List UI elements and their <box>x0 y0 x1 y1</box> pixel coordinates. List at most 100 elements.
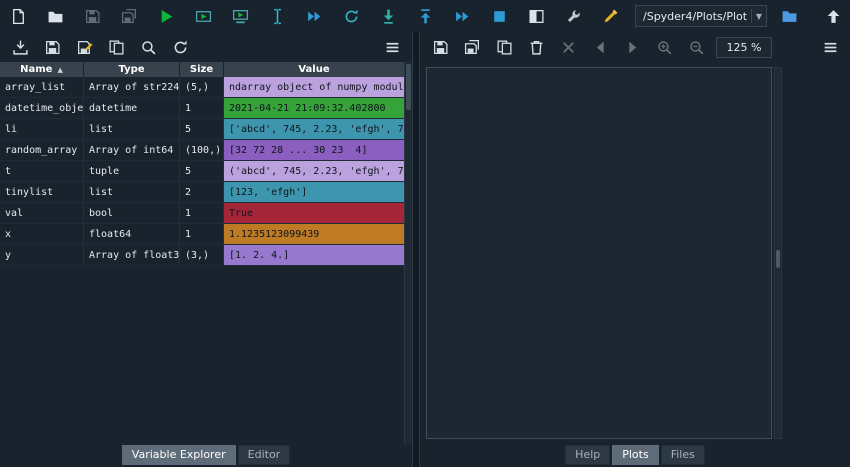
cell-name[interactable]: tinylist <box>0 182 84 202</box>
table-row[interactable]: lilist5['abcd', 745, 2.23, 'efgh', 70.2] <box>0 119 404 140</box>
cell-size[interactable]: 1 <box>180 203 224 223</box>
main-content: Name ▲ Type Size Value array_list Array o… <box>0 32 850 467</box>
chevron-down-icon[interactable]: ▼ <box>750 9 762 23</box>
cell-name[interactable]: random_array <box>0 140 84 160</box>
preferences-wrench-icon[interactable] <box>561 4 585 28</box>
cell-type[interactable]: datetime <box>84 98 180 118</box>
zoom-in-icon[interactable] <box>652 35 676 59</box>
table-row[interactable]: array_list Array of str224 (5,) ndarray obj… <box>0 77 404 98</box>
cell-size[interactable]: (100,) <box>180 140 224 160</box>
save-plot-icon[interactable] <box>428 35 452 59</box>
continue-execution-icon[interactable] <box>450 4 474 28</box>
cell-value[interactable]: 1.1235123099439 <box>224 224 404 244</box>
table-row[interactable]: val bool 1 True <box>0 203 404 224</box>
copy-plot-icon[interactable] <box>492 35 516 59</box>
cell-size[interactable]: (3,) <box>180 245 224 265</box>
vertical-scrollbar[interactable] <box>404 62 412 444</box>
browse-working-directory-icon[interactable] <box>777 4 801 28</box>
open-file-icon[interactable] <box>43 4 67 28</box>
run-cell-advance-icon[interactable] <box>228 4 252 28</box>
cell-type[interactable]: bool <box>84 203 180 223</box>
tab-editor[interactable]: Editor <box>237 444 291 465</box>
cell-size[interactable]: 5 <box>180 161 224 181</box>
cell-name[interactable]: datetime_object <box>0 98 84 118</box>
cell-value[interactable]: ndarray object of numpy module <box>224 77 404 97</box>
plots-options-menu-icon[interactable] <box>818 35 842 59</box>
cell-type[interactable]: Array of int64 <box>84 140 180 160</box>
next-plot-icon[interactable] <box>620 35 644 59</box>
previous-plot-icon[interactable] <box>588 35 612 59</box>
cell-name[interactable]: val <box>0 203 84 223</box>
cell-value[interactable]: [32 72 28 ... 30 23 4] <box>224 140 404 160</box>
tab-help[interactable]: Help <box>565 444 611 465</box>
table-row[interactable]: tinylist list 2 [123, 'efgh'] <box>0 182 404 203</box>
cell-size[interactable]: 1 <box>180 224 224 244</box>
column-header-value[interactable]: Value <box>224 62 404 77</box>
left-tab-bar: Variable Explorer Editor <box>0 444 412 467</box>
run-file-icon[interactable] <box>154 4 178 28</box>
run-selection-icon[interactable] <box>265 4 289 28</box>
debug-file-icon[interactable] <box>339 4 363 28</box>
save-all-icon[interactable] <box>117 4 141 28</box>
run-cell-icon[interactable] <box>191 4 215 28</box>
cell-type[interactable]: float64 <box>84 224 180 244</box>
save-all-plots-icon[interactable] <box>460 35 484 59</box>
parent-directory-icon[interactable] <box>821 4 845 28</box>
import-data-icon[interactable] <box>8 35 32 59</box>
cell-value[interactable]: ('abcd', 745, 2.23, 'efgh', 70.2) <box>224 161 404 181</box>
column-header-name[interactable]: Name ▲ <box>0 62 84 77</box>
cell-size[interactable]: 1 <box>180 98 224 118</box>
stop-execution-icon[interactable] <box>487 4 511 28</box>
cell-size[interactable]: (5,) <box>180 77 224 97</box>
cell-size[interactable]: 2 <box>180 182 224 202</box>
zoom-level-box[interactable]: 125 % <box>716 36 772 58</box>
cell-value[interactable]: [123, 'efgh'] <box>224 182 404 202</box>
plots-scrollbar-thumb[interactable] <box>776 250 780 268</box>
new-file-icon[interactable] <box>6 4 30 28</box>
column-header-size[interactable]: Size <box>180 62 224 77</box>
cell-value[interactable]: True <box>224 203 404 223</box>
rerun-cell-icon[interactable] <box>302 4 326 28</box>
cell-type[interactable]: Array of str224 <box>84 77 180 97</box>
cell-type[interactable]: list <box>84 119 180 139</box>
cell-value[interactable]: ['abcd', 745, 2.23, 'efgh', 70.2] <box>224 119 404 139</box>
refresh-variables-icon[interactable] <box>168 35 192 59</box>
maximize-pane-icon[interactable] <box>524 4 548 28</box>
options-menu-icon[interactable] <box>380 35 404 59</box>
step-into-icon[interactable] <box>376 4 400 28</box>
find-variable-icon[interactable] <box>136 35 160 59</box>
tab-files[interactable]: Files <box>660 444 705 465</box>
cell-name[interactable]: array_list <box>0 77 84 97</box>
cell-type[interactable]: list <box>84 182 180 202</box>
table-row[interactable]: x float64 1 1.1235123099439 <box>0 224 404 245</box>
cell-size[interactable]: 5 <box>180 119 224 139</box>
plot-thumbnails-area <box>784 67 848 439</box>
pythonpath-manager-icon[interactable] <box>598 4 622 28</box>
zoom-out-icon[interactable] <box>684 35 708 59</box>
cell-name[interactable]: y <box>0 245 84 265</box>
table-row[interactable]: y Array of float32 (3,) [1. 2. 4.] <box>0 245 404 266</box>
table-row[interactable]: datetime_objectdatetime12021-04-21 21:09… <box>0 98 404 119</box>
save-file-icon[interactable] <box>80 4 104 28</box>
scrollbar-thumb[interactable] <box>406 64 411 110</box>
working-directory-combo[interactable]: /Spyder4/Plots/Plots ▼ <box>635 5 767 27</box>
table-row[interactable]: random_array Array of int64 (100,) [32 72 2… <box>0 140 404 161</box>
cell-name[interactable]: t <box>0 161 84 181</box>
cell-type[interactable]: Array of float32 <box>84 245 180 265</box>
tab-variable-explorer[interactable]: Variable Explorer <box>121 444 236 465</box>
tab-plots[interactable]: Plots <box>612 444 659 465</box>
cell-value[interactable]: 2021-04-21 21:09:32.402800 <box>224 98 404 118</box>
cell-value[interactable]: [1. 2. 4.] <box>224 245 404 265</box>
save-data-icon[interactable] <box>40 35 64 59</box>
cell-name[interactable]: li <box>0 119 84 139</box>
cell-type[interactable]: tuple <box>84 161 180 181</box>
save-data-as-icon[interactable] <box>72 35 96 59</box>
copy-data-icon[interactable] <box>104 35 128 59</box>
plots-scrollbar[interactable] <box>774 67 782 439</box>
table-row[interactable]: ttuple5('abcd', 745, 2.23, 'efgh', 70.2) <box>0 161 404 182</box>
remove-plot-icon[interactable] <box>524 35 548 59</box>
remove-all-plots-icon[interactable] <box>556 35 580 59</box>
cell-name[interactable]: x <box>0 224 84 244</box>
column-header-type[interactable]: Type <box>84 62 180 77</box>
step-return-icon[interactable] <box>413 4 437 28</box>
